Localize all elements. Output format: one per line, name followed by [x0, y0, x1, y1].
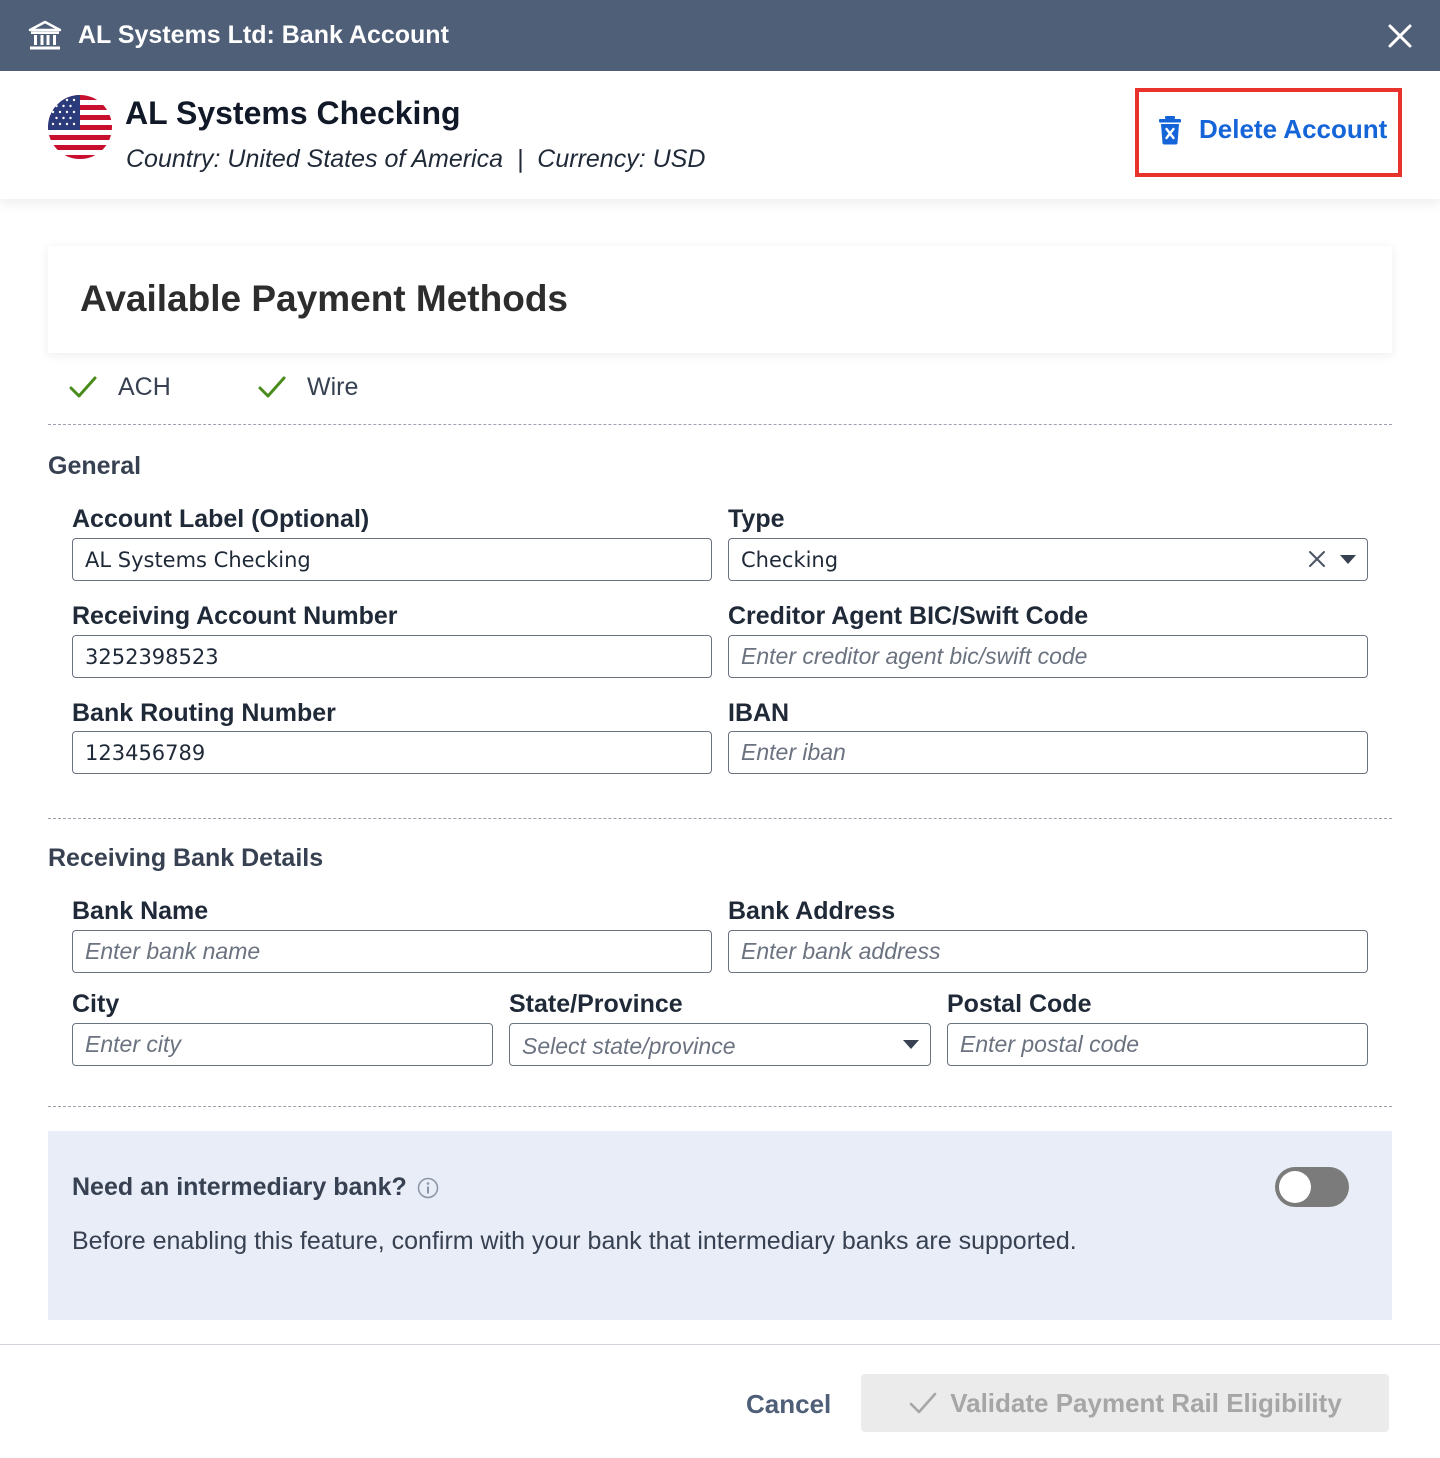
- trash-icon: [1159, 115, 1181, 144]
- chevron-down-icon[interactable]: [903, 1040, 919, 1049]
- bic-label: Creditor Agent BIC/Swift Code: [728, 602, 1089, 630]
- bank-name-label: Bank Name: [72, 897, 209, 925]
- general-section-title: General: [48, 452, 142, 480]
- account-label-label: Account Label (Optional): [72, 505, 370, 533]
- account-number-label: Receiving Account Number: [72, 602, 398, 630]
- bank-address-label: Bank Address: [728, 897, 896, 925]
- iban-field[interactable]: [728, 731, 1368, 774]
- validate-button[interactable]: Validate Payment Rail Eligibility: [861, 1374, 1389, 1432]
- account-name: AL Systems Checking: [125, 95, 461, 131]
- state-select[interactable]: Select state/province: [509, 1023, 931, 1066]
- divider: [48, 424, 1392, 425]
- delete-account-button[interactable]: Delete Account: [1157, 114, 1387, 145]
- divider: [48, 1106, 1392, 1107]
- bank-details-section-title: Receiving Bank Details: [48, 844, 324, 872]
- method-label: ACH: [118, 372, 171, 401]
- intermediary-description: Before enabling this feature, confirm wi…: [72, 1227, 1077, 1255]
- iban-label: IBAN: [728, 699, 790, 727]
- us-flag-icon: [48, 95, 112, 159]
- info-icon[interactable]: [417, 1177, 439, 1199]
- delete-account-highlight: Delete Account: [1135, 88, 1402, 177]
- window-title: AL Systems Ltd: Bank Account: [78, 21, 449, 49]
- payment-methods-title: Available Payment Methods: [80, 278, 568, 319]
- routing-number-label: Bank Routing Number: [72, 699, 336, 727]
- bic-input[interactable]: [729, 636, 1367, 677]
- close-button[interactable]: [1380, 16, 1420, 56]
- iban-input[interactable]: [729, 732, 1367, 773]
- bank-address-field[interactable]: [728, 930, 1368, 973]
- divider: [48, 818, 1392, 819]
- type-label: Type: [728, 505, 785, 533]
- title-bar: AL Systems Ltd: Bank Account: [0, 0, 1440, 71]
- city-field[interactable]: [72, 1023, 493, 1066]
- type-select[interactable]: Checking: [728, 538, 1368, 581]
- bank-name-input[interactable]: [73, 931, 711, 972]
- validate-label: Validate Payment Rail Eligibility: [950, 1387, 1342, 1418]
- postal-code-input[interactable]: [948, 1024, 1367, 1065]
- intermediary-question-text: Need an intermediary bank?: [72, 1173, 407, 1201]
- account-number-input[interactable]: [73, 636, 711, 677]
- account-number-field[interactable]: [72, 635, 712, 678]
- postal-code-label: Postal Code: [947, 990, 1092, 1018]
- delete-account-label: Delete Account: [1199, 114, 1388, 144]
- dialog-footer: Cancel Validate Payment Rail Eligibility: [0, 1344, 1440, 1458]
- check-icon: [909, 1392, 937, 1414]
- bank-icon: [28, 20, 62, 49]
- bank-name-field[interactable]: [72, 930, 712, 973]
- account-label-field[interactable]: [72, 538, 712, 581]
- check-icon: [69, 376, 97, 398]
- routing-number-field[interactable]: [72, 731, 712, 774]
- postal-code-field[interactable]: [947, 1023, 1368, 1066]
- city-label: City: [72, 990, 120, 1018]
- state-label: State/Province: [509, 990, 683, 1018]
- bic-field[interactable]: [728, 635, 1368, 678]
- close-icon[interactable]: [1387, 23, 1413, 49]
- method-label: Wire: [307, 372, 359, 401]
- method-wire: Wire: [257, 372, 358, 402]
- bank-address-input[interactable]: [729, 931, 1367, 972]
- intermediary-toggle[interactable]: [1275, 1167, 1349, 1207]
- account-header: AL Systems Checking Country: United Stat…: [0, 71, 1440, 199]
- chevron-down-icon[interactable]: [1340, 555, 1356, 564]
- payment-methods-card: Available Payment Methods: [48, 246, 1392, 353]
- cancel-button[interactable]: Cancel: [746, 1389, 831, 1420]
- account-label-input[interactable]: [73, 539, 711, 580]
- toggle-knob: [1279, 1171, 1311, 1203]
- method-ach: ACH: [68, 372, 171, 402]
- city-input[interactable]: [73, 1024, 492, 1065]
- state-placeholder: Select state/province: [522, 1033, 736, 1059]
- type-selected-value: Checking: [741, 548, 839, 572]
- clear-icon[interactable]: [1306, 548, 1328, 570]
- check-icon: [258, 376, 286, 398]
- country-currency-text: Country: United States of America | Curr…: [126, 145, 706, 173]
- intermediary-bank-panel: Need an intermediary bank? Before enabli…: [48, 1131, 1392, 1320]
- intermediary-question: Need an intermediary bank?: [72, 1173, 439, 1202]
- routing-number-input[interactable]: [73, 732, 711, 773]
